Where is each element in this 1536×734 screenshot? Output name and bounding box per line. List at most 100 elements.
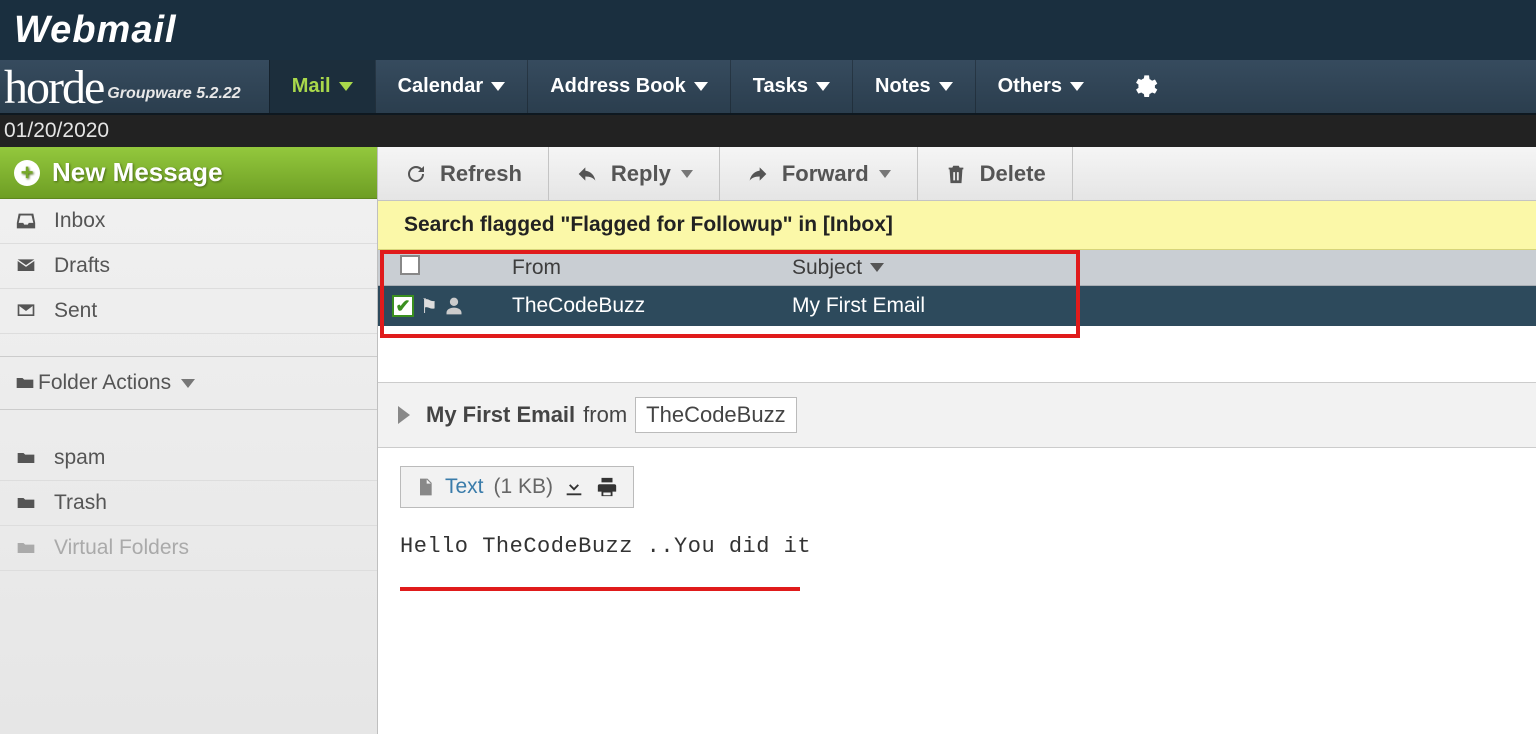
nav-tasks[interactable]: Tasks xyxy=(730,60,852,113)
folder-drafts-label: Drafts xyxy=(54,254,110,278)
message-row-subject: My First Email xyxy=(792,294,1536,318)
message-row[interactable]: ✔ ⚑ TheCodeBuzz My First Email xyxy=(378,286,1536,326)
download-icon[interactable] xyxy=(563,476,585,498)
new-message-label: New Message xyxy=(52,157,223,188)
delete-label: Delete xyxy=(980,161,1046,187)
folder-inbox-label: Inbox xyxy=(54,209,105,233)
content-area: Refresh Reply Forward Delete xyxy=(378,147,1536,734)
reply-label: Reply xyxy=(611,161,671,187)
folder-icon xyxy=(12,373,38,393)
nav-notes-label: Notes xyxy=(875,75,931,98)
collapse-icon[interactable] xyxy=(398,406,410,424)
caret-down-icon xyxy=(491,82,505,91)
folder-spam[interactable]: spam xyxy=(0,436,377,481)
attachment-name: Text xyxy=(445,475,484,499)
refresh-label: Refresh xyxy=(440,161,522,187)
webmail-logo: Webmail xyxy=(14,9,177,52)
nav-others-label: Others xyxy=(998,75,1062,98)
nav-address-book[interactable]: Address Book xyxy=(527,60,730,113)
select-all-checkbox[interactable] xyxy=(378,255,512,281)
preview-body: Text (1 KB) Hello TheCodeBuzz ..You did … xyxy=(378,448,1536,609)
reply-button[interactable]: Reply xyxy=(549,147,720,200)
checkbox-icon xyxy=(400,255,420,275)
folder-icon xyxy=(12,491,40,515)
folder-actions[interactable]: Folder Actions xyxy=(0,356,377,410)
horde-wordmark: horde xyxy=(4,69,103,107)
forward-icon xyxy=(746,162,770,186)
horde-version: Groupware 5.2.22 xyxy=(107,85,240,107)
sidebar: + New Message Inbox Drafts Sent Fold xyxy=(0,147,378,734)
caret-down-icon xyxy=(681,170,693,178)
folder-virtual-label: Virtual Folders xyxy=(54,536,189,560)
message-toolbar: Refresh Reply Forward Delete xyxy=(378,147,1536,201)
main-nav: horde Groupware 5.2.22 Mail Calendar Add… xyxy=(0,60,1536,115)
nav-address-book-label: Address Book xyxy=(550,75,686,98)
nav-spacer xyxy=(253,60,269,113)
preview-subject: My First Email xyxy=(426,402,575,428)
folder-drafts[interactable]: Drafts xyxy=(0,244,377,289)
caret-down-icon xyxy=(816,82,830,91)
sort-desc-icon xyxy=(870,263,884,272)
annotation-underline xyxy=(400,587,800,591)
drafts-icon xyxy=(12,254,40,278)
message-body-text: Hello TheCodeBuzz ..You did it xyxy=(400,534,1514,559)
caret-down-icon xyxy=(181,379,195,388)
preview-header: My First Email from TheCodeBuzz xyxy=(378,382,1536,448)
plus-icon: + xyxy=(14,160,40,186)
folder-trash[interactable]: Trash xyxy=(0,481,377,526)
settings-button[interactable] xyxy=(1106,60,1182,113)
delete-button[interactable]: Delete xyxy=(918,147,1073,200)
checked-icon[interactable]: ✔ xyxy=(392,295,414,317)
folder-icon xyxy=(12,446,40,470)
folder-virtual[interactable]: Virtual Folders xyxy=(0,526,377,571)
nav-mail-label: Mail xyxy=(292,75,331,98)
new-message-button[interactable]: + New Message xyxy=(0,147,377,199)
print-icon[interactable] xyxy=(595,476,619,498)
column-header-subject[interactable]: Subject xyxy=(792,256,1536,280)
caret-down-icon xyxy=(339,82,353,91)
nav-notes[interactable]: Notes xyxy=(852,60,975,113)
main-region: + New Message Inbox Drafts Sent Fold xyxy=(0,147,1536,734)
folder-trash-label: Trash xyxy=(54,491,107,515)
attachment-size: (1 KB) xyxy=(494,475,554,499)
horde-brand: horde Groupware 5.2.22 xyxy=(0,60,253,113)
folder-actions-label: Folder Actions xyxy=(38,371,171,395)
inbox-icon xyxy=(12,209,40,233)
folder-inbox[interactable]: Inbox xyxy=(0,199,377,244)
preview-from-value[interactable]: TheCodeBuzz xyxy=(635,397,796,433)
topbar: Webmail xyxy=(0,0,1536,60)
attachment-box[interactable]: Text (1 KB) xyxy=(400,466,634,508)
column-header-from[interactable]: From xyxy=(512,256,792,280)
reply-icon xyxy=(575,162,599,186)
folder-icon xyxy=(12,536,40,560)
caret-down-icon xyxy=(694,82,708,91)
folder-group: spam Trash Virtual Folders xyxy=(0,436,377,571)
nav-tasks-label: Tasks xyxy=(753,75,808,98)
list-gap xyxy=(378,326,1536,382)
nav-calendar[interactable]: Calendar xyxy=(375,60,528,113)
caret-down-icon xyxy=(1070,82,1084,91)
nav-others[interactable]: Others xyxy=(975,60,1106,113)
preview-from-word: from xyxy=(583,402,627,428)
folder-sent[interactable]: Sent xyxy=(0,289,377,334)
folder-sent-label: Sent xyxy=(54,299,97,323)
trash-icon xyxy=(944,162,968,186)
nav-mail[interactable]: Mail xyxy=(269,60,375,113)
caret-down-icon xyxy=(939,82,953,91)
forward-button[interactable]: Forward xyxy=(720,147,918,200)
nav-calendar-label: Calendar xyxy=(398,75,484,98)
gear-icon xyxy=(1130,73,1158,101)
flag-icon[interactable]: ⚑ xyxy=(420,294,438,319)
search-banner: Search flagged "Flagged for Followup" in… xyxy=(378,201,1536,250)
sent-icon xyxy=(12,299,40,323)
refresh-button[interactable]: Refresh xyxy=(378,147,549,200)
message-row-from: TheCodeBuzz xyxy=(512,294,792,318)
caret-down-icon xyxy=(879,170,891,178)
column-header-subject-label: Subject xyxy=(792,256,862,280)
file-icon xyxy=(415,475,435,499)
message-list-header: From Subject xyxy=(378,250,1536,286)
date-bar: 01/20/2020 xyxy=(0,115,1536,147)
folder-spam-label: spam xyxy=(54,446,105,470)
message-row-icons: ✔ ⚑ xyxy=(378,294,512,319)
forward-label: Forward xyxy=(782,161,869,187)
